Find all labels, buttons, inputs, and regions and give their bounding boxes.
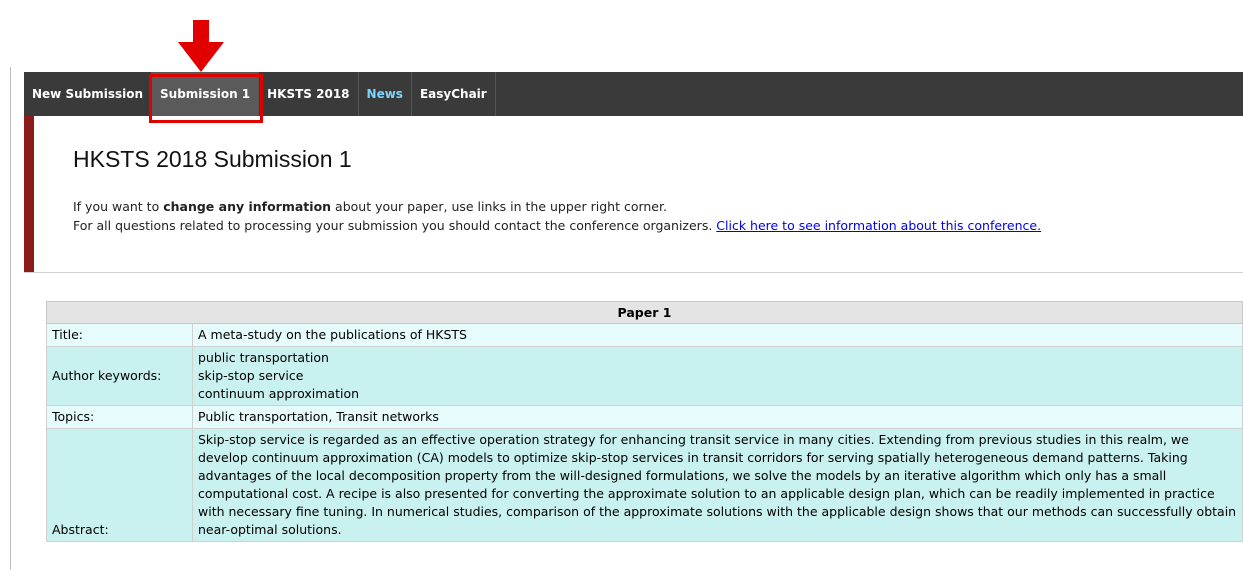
tab-news[interactable]: News bbox=[359, 72, 412, 116]
top-navbar: New Submission Submission 1 HKSTS 2018 N… bbox=[24, 72, 1243, 116]
intro-line-1: If you want to change any information ab… bbox=[73, 199, 667, 214]
abstract-label: Abstract: bbox=[46, 428, 193, 542]
tab-new-submission[interactable]: New Submission bbox=[24, 72, 153, 116]
keyword-item: skip-stop service bbox=[198, 368, 304, 383]
title-label: Title: bbox=[46, 323, 193, 347]
table-row-title: Title: A meta-study on the publications … bbox=[46, 323, 1243, 347]
abstract-value: Skip-stop service is regarded as an effe… bbox=[192, 428, 1243, 542]
paper-table: Paper 1 Title: A meta-study on the publi… bbox=[46, 301, 1243, 542]
page: New Submission Submission 1 HKSTS 2018 N… bbox=[0, 0, 1243, 570]
conference-info-link[interactable]: Click here to see information about this… bbox=[716, 218, 1041, 233]
intro-line-2: For all questions related to processing … bbox=[73, 218, 1042, 233]
page-title: HKSTS 2018 Submission 1 bbox=[73, 146, 352, 172]
table-row-abstract: Abstract: Skip-stop service is regarded … bbox=[46, 428, 1243, 542]
nav-tabs: New Submission Submission 1 HKSTS 2018 N… bbox=[24, 72, 1243, 116]
tab-hksts-2018[interactable]: HKSTS 2018 bbox=[259, 72, 359, 116]
keywords-label: Author keywords: bbox=[46, 346, 193, 406]
table-row-topics: Topics: Public transportation, Transit n… bbox=[46, 405, 1243, 429]
left-rule bbox=[10, 67, 11, 570]
divider bbox=[24, 272, 1243, 273]
keyword-item: continuum approximation bbox=[198, 386, 360, 401]
topics-label: Topics: bbox=[46, 405, 193, 429]
paper-heading: Paper 1 bbox=[46, 301, 1243, 324]
red-arrow-down-icon bbox=[178, 20, 224, 72]
intro-text: If you want to change any information ab… bbox=[73, 198, 1073, 236]
header-zone: HKSTS 2018 Submission 1 If you want to c… bbox=[24, 116, 1243, 272]
table-row-keywords: Author keywords: public transportation s… bbox=[46, 346, 1243, 406]
keyword-item: public transportation bbox=[198, 350, 329, 365]
title-value: A meta-study on the publications of HKST… bbox=[192, 323, 1243, 347]
accent-bar bbox=[24, 116, 34, 272]
tab-submission-1[interactable]: Submission 1 bbox=[152, 72, 260, 116]
tab-easychair[interactable]: EasyChair bbox=[412, 72, 496, 116]
topics-value: Public transportation, Transit networks bbox=[192, 405, 1243, 429]
keywords-value: public transportation skip-stop service … bbox=[192, 346, 1243, 406]
